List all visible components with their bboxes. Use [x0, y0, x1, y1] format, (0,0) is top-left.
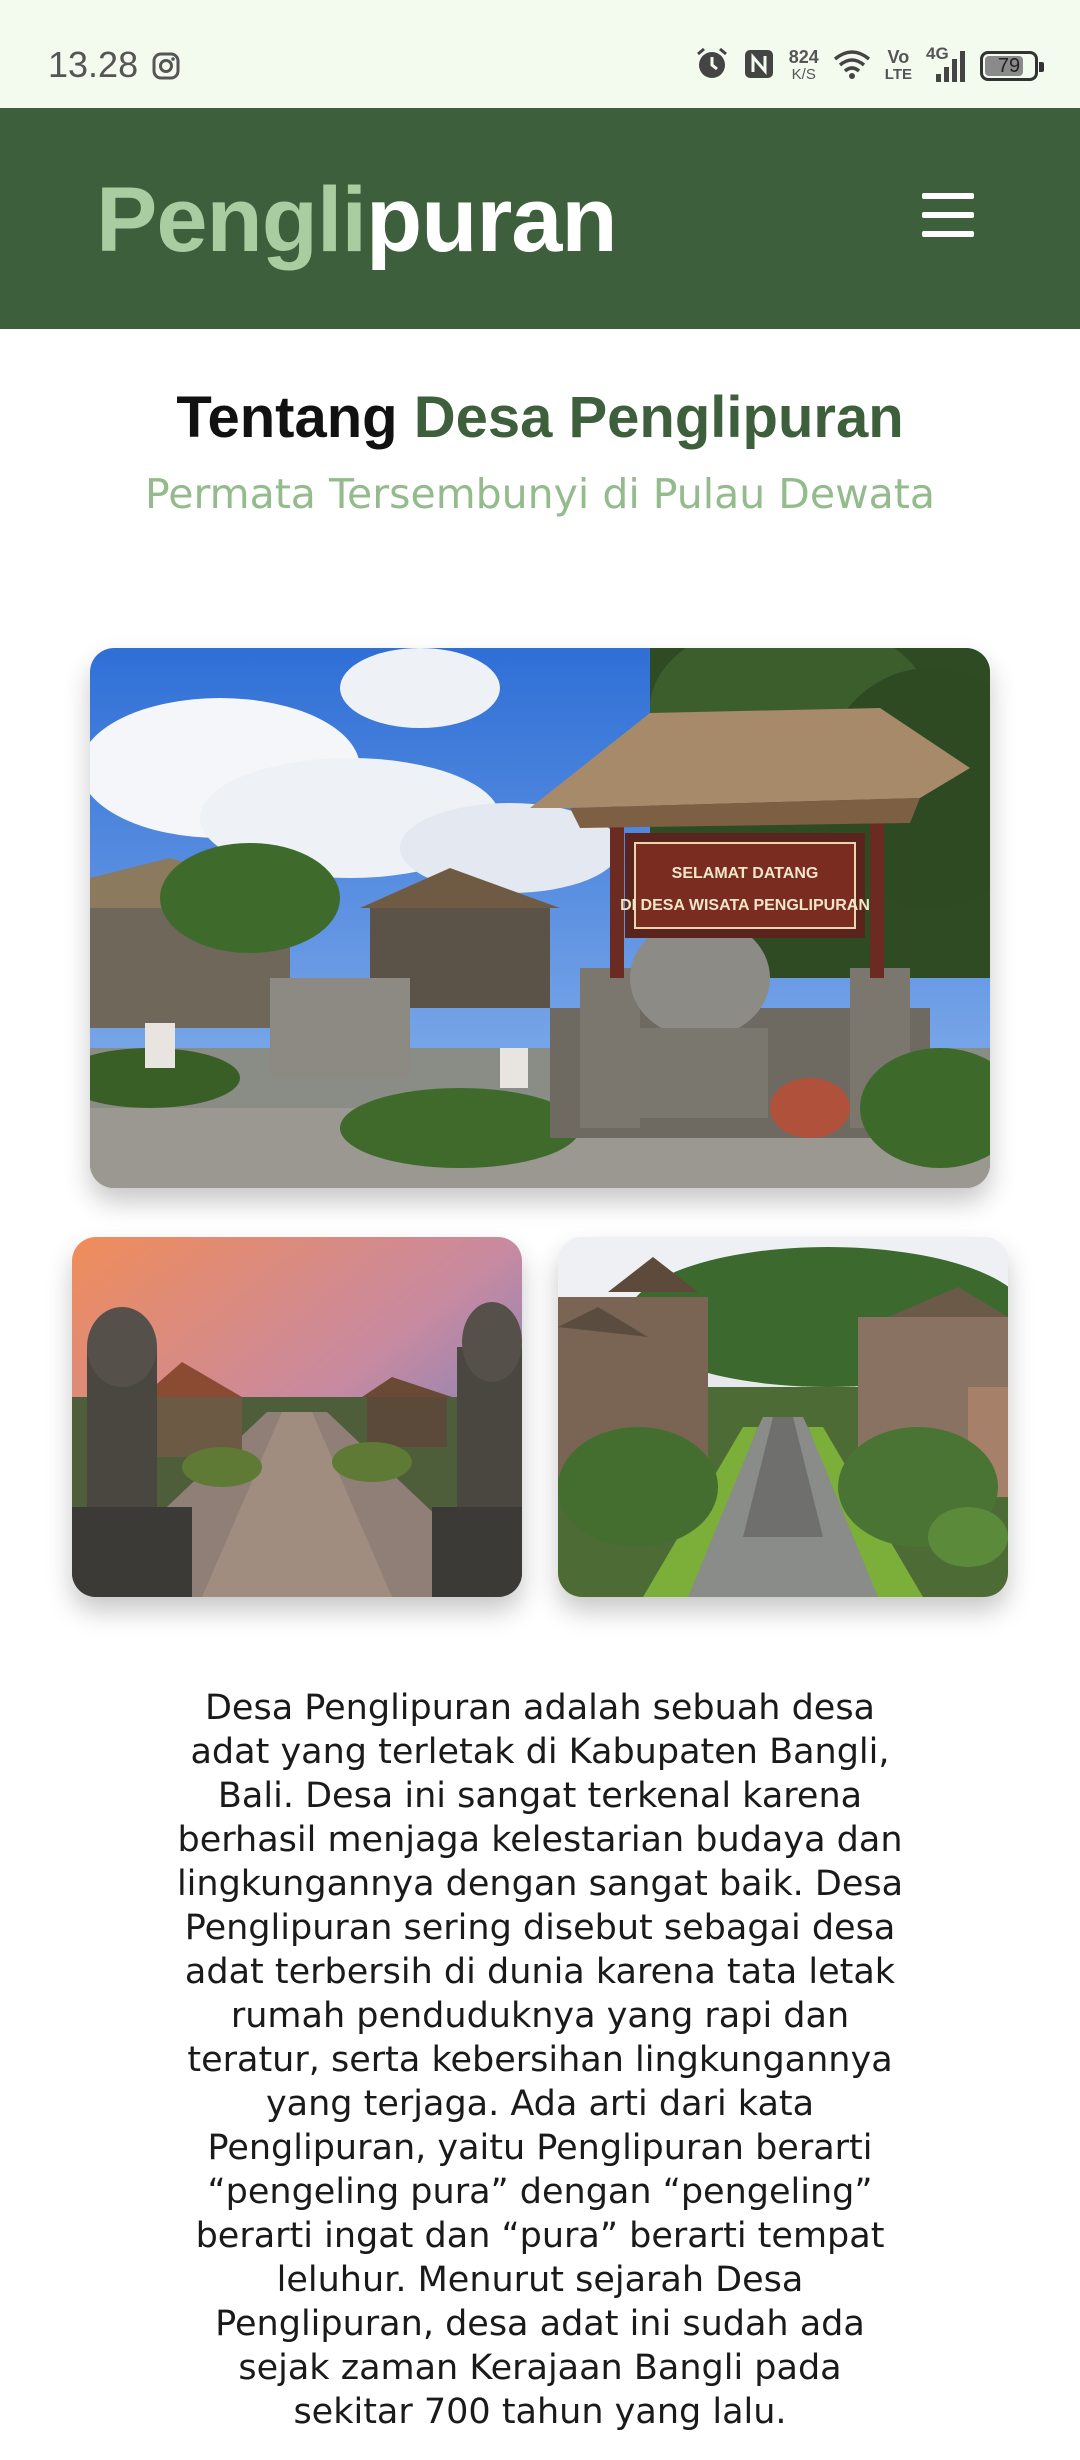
nfc-icon [743, 48, 775, 84]
volte-indicator: Vo LTE [884, 47, 912, 83]
alarm-icon [695, 47, 729, 85]
sign-line-2: DI DESA WISATA PENGLIPURAN [620, 897, 870, 914]
signal-icon: 4G [926, 44, 966, 84]
site-header: Penglipuran [0, 108, 1080, 329]
status-bar: 13.28 824 K/S Vo LTE 4G 79 [0, 0, 1080, 108]
battery-icon: 79 [980, 51, 1044, 81]
description-paragraph: Desa Penglipuran adalah sebuah desa adat… [176, 1688, 904, 2432]
net-speed: 824 K/S [788, 47, 819, 83]
logo-part-2: puran [366, 169, 618, 271]
status-icons: 824 K/S Vo LTE 4G 79 [695, 44, 1044, 88]
instagram-icon [152, 52, 180, 80]
status-time: 13.28 [48, 44, 139, 85]
village-gate-photo: SELAMAT DATANG DI DESA WISATA PENGLIPURA… [90, 648, 990, 1188]
section-subtitle: Permata Tersembunyi di Pulau Dewata [145, 470, 935, 518]
site-logo[interactable]: Penglipuran [96, 169, 618, 271]
hamburger-menu-icon[interactable] [922, 193, 974, 237]
title-part-2: Desa Penglipuran [413, 385, 904, 450]
battery-level: 79 [997, 54, 1021, 77]
sunset-path-photo [72, 1237, 522, 1597]
village-street-photo [558, 1237, 1008, 1597]
wifi-icon [833, 48, 871, 84]
sign-line-1: SELAMAT DATANG [672, 865, 819, 882]
section-title: Tentang Desa Penglipuran [0, 382, 1080, 454]
title-part-1: Tentang [176, 385, 398, 450]
logo-part-1: Pengli [96, 169, 367, 271]
